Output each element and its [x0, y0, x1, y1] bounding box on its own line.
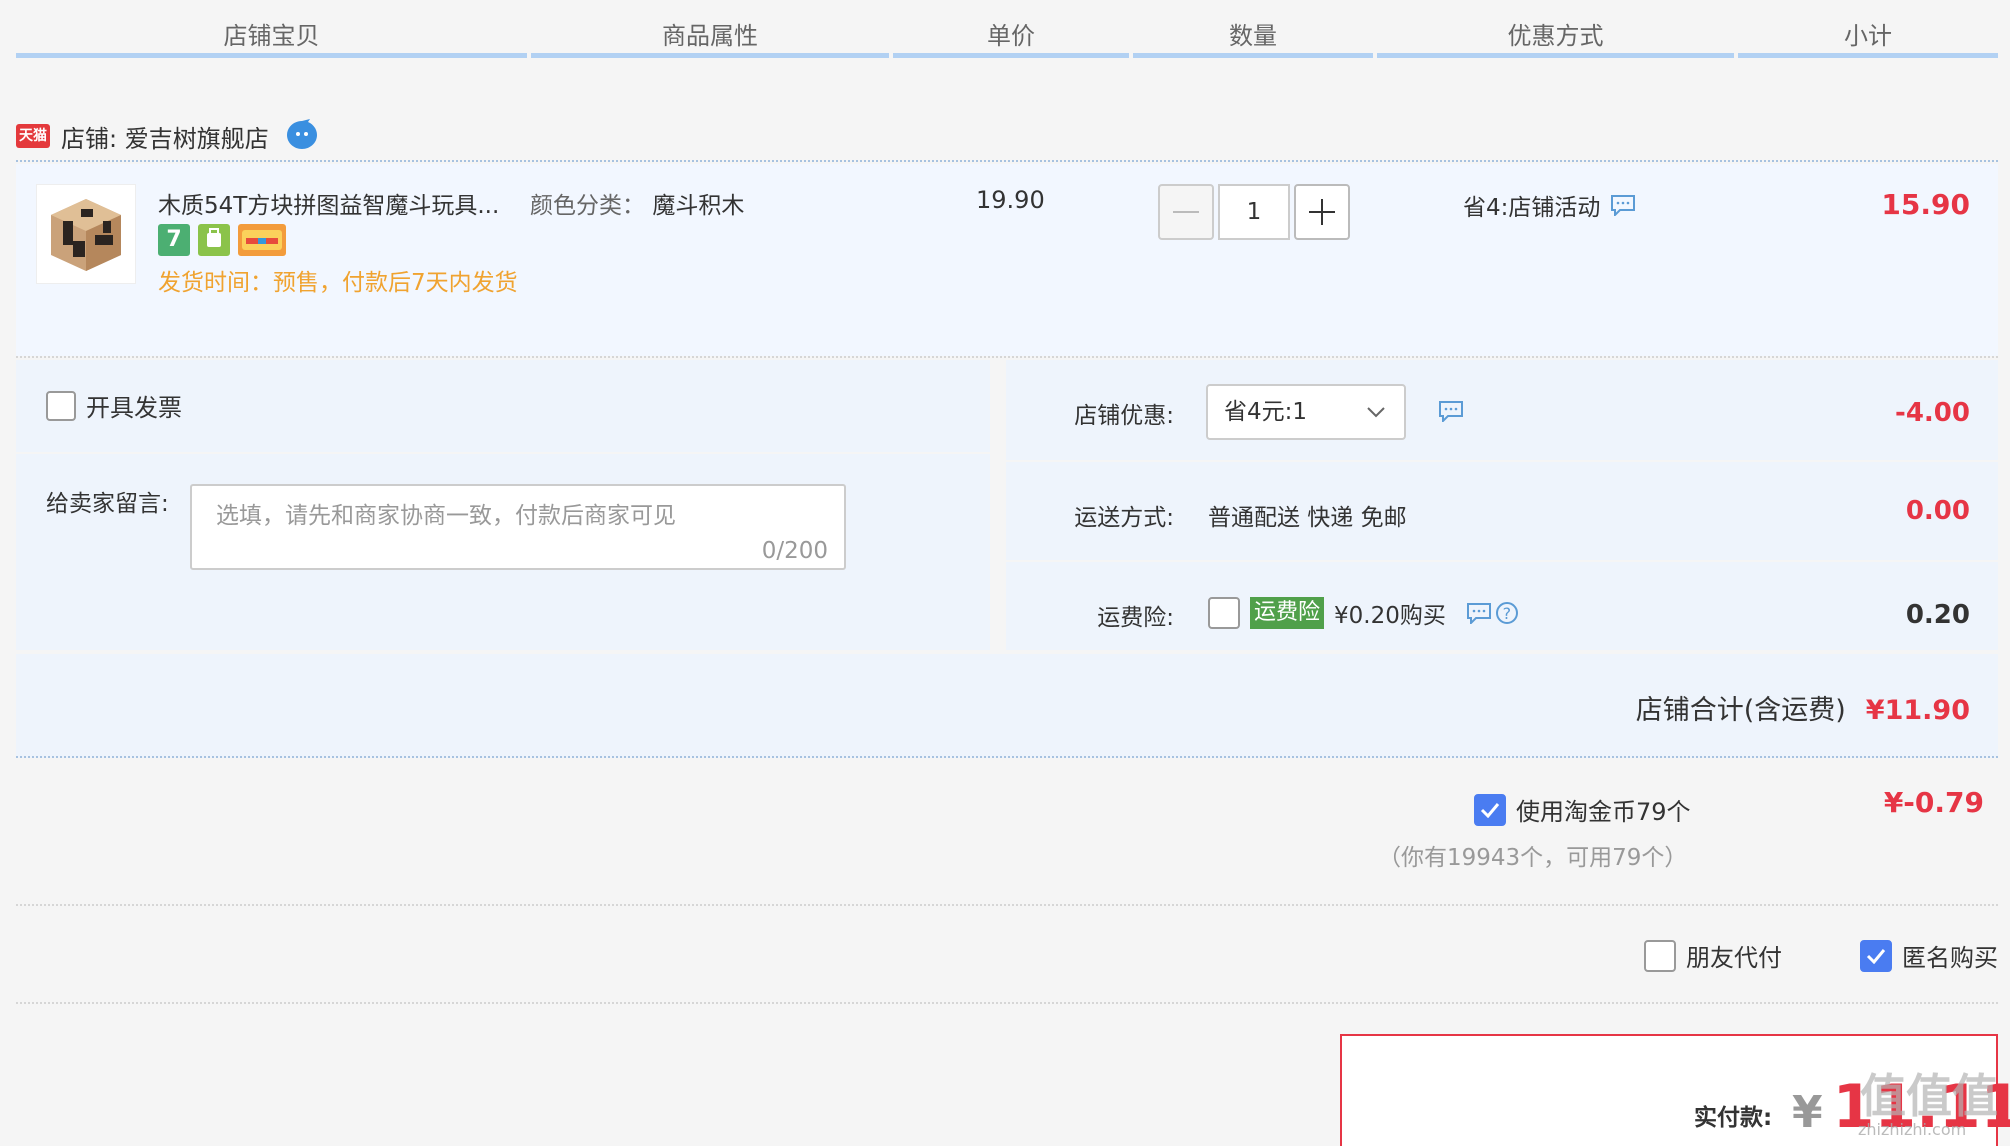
anonymous-option[interactable]: 匿名购买: [1860, 938, 1998, 973]
wooden-cube-puzzle-image: [51, 199, 121, 271]
coin-discount-amount: ¥-0.79: [1883, 786, 1984, 819]
insurance-price: ¥0.20购买: [1334, 603, 1446, 629]
wangwang-chat-icon[interactable]: [285, 119, 319, 153]
minus-icon: [1173, 211, 1199, 213]
service-icons: 7: [158, 224, 286, 256]
order-confirm-page: 店铺宝贝 商品属性 单价 数量 优惠方式 小计 天猫 店铺: 爱吉树旗舰店 木质…: [0, 0, 2010, 1146]
coin-balance: （你有19943个，可用79个）: [1378, 845, 1688, 871]
shop-discount-label: 店铺优惠:: [1074, 403, 1174, 429]
coin-label: 使用淘金币79个: [1516, 798, 1691, 826]
coin-checkbox[interactable]: [1474, 793, 1506, 826]
product-thumbnail[interactable]: [36, 184, 136, 284]
product-attribute: 颜色分类： 魔斗积木: [530, 186, 744, 220]
item-subtotal: 15.90: [1881, 188, 1970, 221]
ship-time-text: 发货时间：预售，付款后7天内发货: [158, 270, 518, 296]
message-label: 给卖家留言:: [46, 491, 169, 517]
col-header-promotion: 优惠方式: [1377, 16, 1734, 58]
check-icon: [1866, 948, 1886, 964]
quantity-stepper: 1: [1158, 184, 1350, 240]
credit-card-icon[interactable]: [238, 224, 286, 256]
shop-total-amount: ¥11.90: [1865, 695, 1970, 726]
discount-chat-icon[interactable]: [1438, 400, 1464, 422]
attr-label: 颜色分类：: [530, 193, 645, 219]
invoice-label: 开具发票: [86, 394, 182, 422]
shop-discount-amount: -4.00: [1895, 398, 1970, 428]
promotion-text: 省4:店铺活动: [1463, 195, 1601, 221]
shipping-amount: 0.00: [1905, 496, 1970, 526]
anonymous-checkbox[interactable]: [1860, 939, 1892, 972]
col-header-quantity: 数量: [1133, 16, 1373, 58]
decrease-quantity-button[interactable]: [1158, 184, 1214, 240]
quantity-input[interactable]: 1: [1218, 184, 1290, 240]
col-header-price: 单价: [893, 16, 1129, 58]
unit-price: 19.90: [976, 186, 1045, 214]
insurance-checkbox[interactable]: [1208, 597, 1240, 629]
friend-pay-option[interactable]: 朋友代付: [1644, 938, 1782, 973]
shop-discount-value: 省4元:1: [1224, 399, 1308, 425]
shipping-method: 普通配送 快递 免邮: [1208, 505, 1407, 531]
friend-pay-label: 朋友代付: [1686, 944, 1782, 972]
attr-value: 魔斗积木: [652, 193, 745, 219]
panel-divider: [1006, 460, 1998, 462]
message-placeholder: 选填，请先和商家协商一致，付款后商家可见: [216, 503, 676, 529]
shipping-label: 运送方式:: [1074, 505, 1174, 531]
help-icon[interactable]: ?: [1495, 602, 1518, 624]
col-header-subtotal: 小计: [1738, 16, 1998, 58]
plus-icon: [1309, 199, 1335, 225]
chevron-down-icon: [1367, 407, 1385, 418]
invoice-option[interactable]: 开具发票: [46, 388, 182, 423]
friend-pay-checkbox[interactable]: [1644, 939, 1676, 972]
shop-divider: [16, 160, 1998, 162]
insurance-label: 运费险:: [1097, 605, 1174, 631]
anonymous-label: 匿名购买: [1902, 944, 1998, 972]
tmall-badge: 天猫: [16, 124, 50, 148]
col-header-attributes: 商品属性: [531, 16, 889, 58]
coin-divider: [16, 904, 1998, 906]
shop-name-link[interactable]: 店铺: 爱吉树旗舰店: [61, 119, 269, 154]
promotion-chat-icon[interactable]: [1610, 194, 1636, 216]
item-divider: [16, 356, 1998, 358]
watermark-url: zhizhizhi.com: [1858, 1120, 1967, 1139]
taobao-coin-option[interactable]: 使用淘金币79个: [1474, 792, 1691, 827]
panel-divider: [1006, 560, 1998, 562]
payment-label: 实付款:: [1694, 1105, 1773, 1131]
order-costs-panel: 店铺优惠: 省4元:1 -4.00 运送方式: 普通配送 快递 免邮 0.00 …: [1006, 360, 1998, 650]
invoice-checkbox[interactable]: [46, 390, 76, 421]
shop-total: 店铺合计(含运费) ¥11.90: [1636, 688, 1970, 727]
insurance-amount: 0.20: [1905, 600, 1970, 630]
shop-line: 天猫 店铺: 爱吉树旗舰店: [16, 114, 319, 158]
total-divider: [16, 756, 1998, 758]
panel-divider: [16, 452, 990, 454]
shop-total-area: 店铺合计(含运费) ¥11.90: [16, 654, 1998, 758]
increase-quantity-button[interactable]: [1294, 184, 1350, 240]
insurance-chat-icon[interactable]: [1466, 602, 1492, 624]
shop-total-label: 店铺合计(含运费): [1635, 695, 1846, 726]
cart-item-row: 木质54T方块拼图益智魔斗玩具... 7 发货时间：预售，付款后7天内发货 颜色…: [16, 164, 1998, 356]
insurance-option: 运费险 ¥0.20购买 ?: [1208, 596, 1518, 630]
product-title-link[interactable]: 木质54T方块拼图益智魔斗玩具...: [158, 186, 499, 220]
insurance-tag: 运费险: [1250, 597, 1325, 629]
guarantee-icon[interactable]: [198, 224, 230, 256]
message-char-count: 0/200: [761, 538, 828, 564]
seven-day-return-icon[interactable]: 7: [158, 224, 190, 256]
order-extras-panel: 开具发票 给卖家留言: 选填，请先和商家协商一致，付款后商家可见 0/200: [16, 360, 990, 650]
promotion-info: 省4:店铺活动: [1463, 188, 1636, 222]
col-header-shop-item: 店铺宝贝: [16, 16, 527, 58]
currency-symbol: ¥: [1792, 1087, 1823, 1138]
message-to-seller-textarea[interactable]: 选填，请先和商家协商一致，付款后商家可见 0/200: [190, 484, 846, 570]
check-icon: [1480, 802, 1500, 818]
watermark-logo: 值值值: [1860, 1069, 1998, 1123]
shop-discount-select[interactable]: 省4元:1: [1206, 384, 1406, 440]
options-divider: [16, 1002, 1998, 1004]
